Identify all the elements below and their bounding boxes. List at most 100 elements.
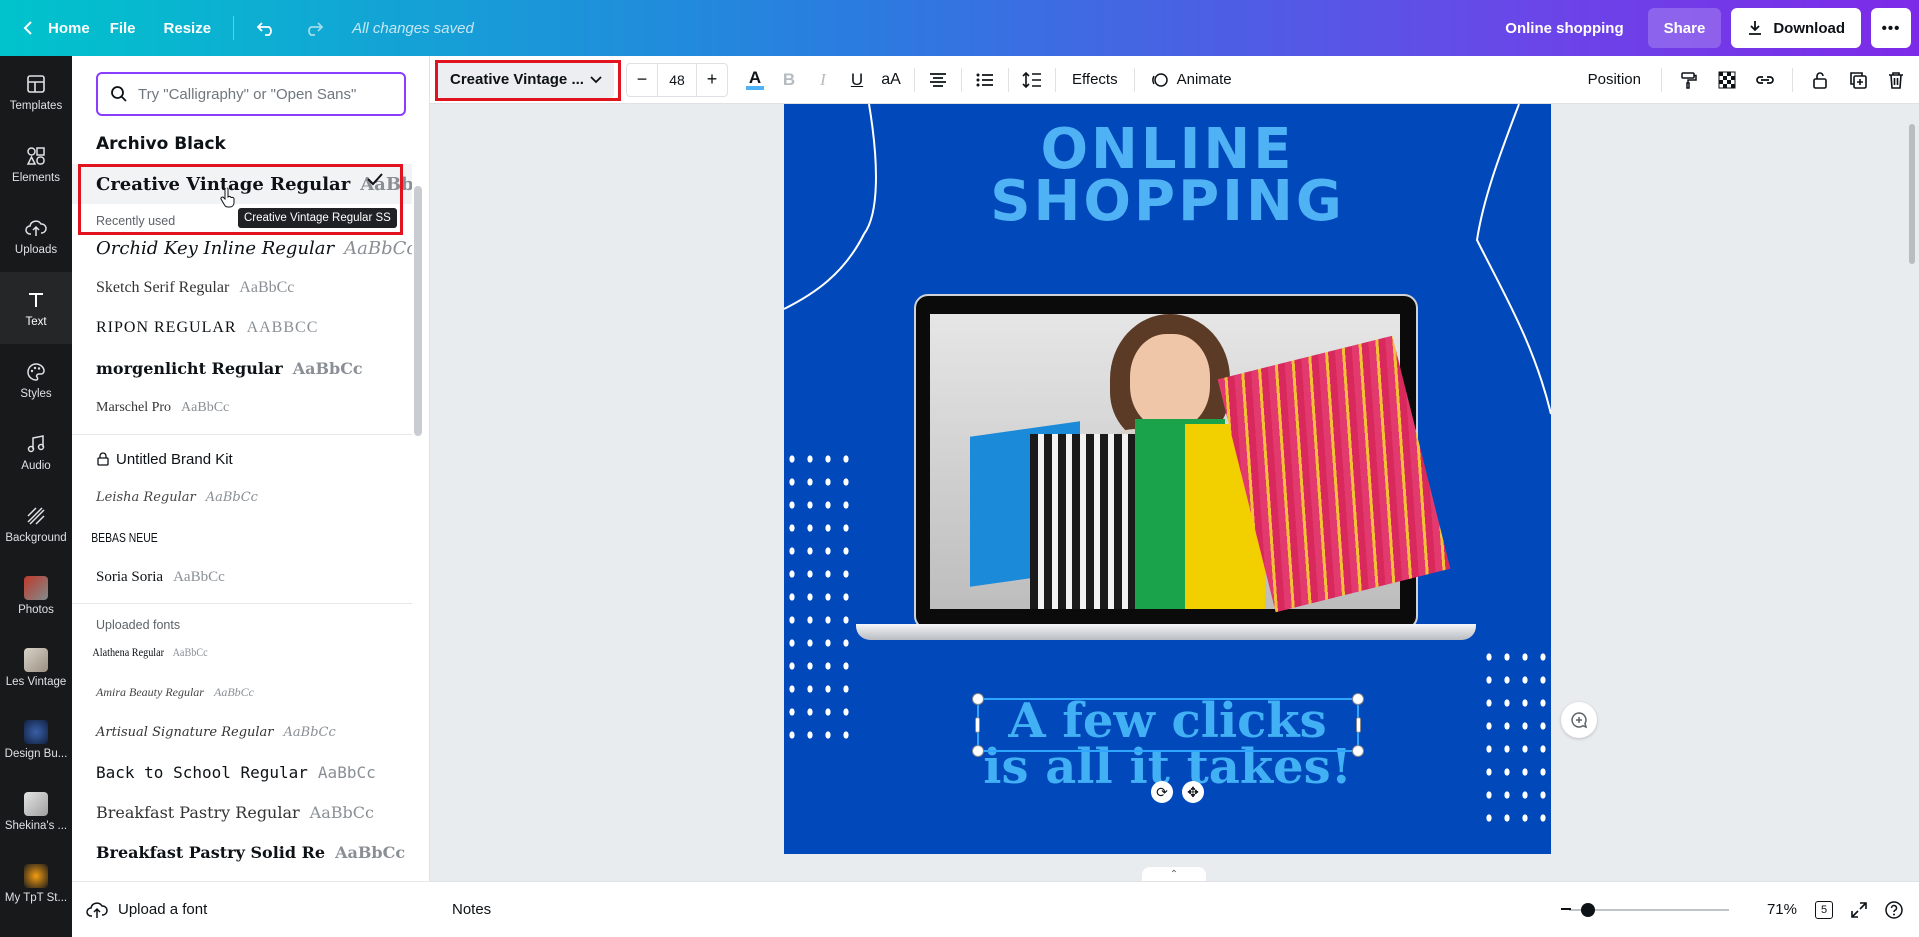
templates-icon: [24, 72, 48, 96]
rail-photos[interactable]: Photos: [0, 560, 72, 632]
decorative-dot: [843, 455, 849, 463]
divider: [1133, 67, 1135, 92]
resize-button[interactable]: Resize: [150, 8, 226, 48]
font-sample: AaBbCc: [239, 279, 295, 296]
rail-elements[interactable]: Elements: [0, 128, 72, 200]
letter-case-button[interactable]: aA: [874, 62, 908, 98]
help-icon[interactable]: [1885, 900, 1903, 919]
font-item-creative-vintage[interactable]: Creative Vintage Regular AaBbCc: [72, 164, 412, 204]
spacing-button[interactable]: [1015, 62, 1049, 98]
font-item-artisual-signature[interactable]: Artisual Signature Regular AaBbCc: [72, 712, 412, 752]
font-item-orchid-key[interactable]: Orchid Key Inline Regular AaBbCc: [72, 228, 412, 268]
expand-pages-handle[interactable]: ⌃: [1142, 867, 1206, 881]
rail-background[interactable]: Background: [0, 488, 72, 560]
resize-handle[interactable]: [972, 693, 984, 705]
home-button[interactable]: Home: [12, 8, 96, 48]
decorative-dot: [807, 662, 813, 670]
rail-les-vintage[interactable]: Les Vintage: [0, 632, 72, 704]
design-page[interactable]: ONLINE SHOPPING A few clicks is all it t…: [784, 104, 1551, 854]
font-item-marschel-pro[interactable]: Marschel Pro AaBbCc: [72, 388, 412, 428]
rail-design-bundle[interactable]: Design Bu...: [0, 704, 72, 776]
rail-audio[interactable]: Audio: [0, 416, 72, 488]
rail-shekinas[interactable]: Shekina's ...: [0, 776, 72, 848]
resize-handle[interactable]: [1352, 693, 1364, 705]
zoom-slider-knob[interactable]: [1580, 902, 1595, 917]
font-item-breakfast-pastry[interactable]: Breakfast Pastry Regular AaBbCc: [72, 792, 412, 832]
decorative-dot: [789, 616, 795, 624]
effects-button[interactable]: Effects: [1062, 62, 1128, 98]
undo-button[interactable]: [242, 8, 290, 48]
rail-text[interactable]: Text: [0, 272, 72, 344]
font-item-morgenlicht[interactable]: morgenlicht Regular AaBbCc: [72, 348, 412, 388]
font-item-bebas-neue[interactable]: BEBAS NEUE: [72, 517, 344, 557]
position-button[interactable]: Position: [1578, 62, 1651, 98]
increase-size-button[interactable]: +: [697, 64, 727, 96]
font-item-back-to-school[interactable]: Back to School Regular AaBbCc: [72, 752, 412, 792]
download-button[interactable]: Download: [1731, 8, 1861, 48]
list-button[interactable]: [968, 62, 1002, 98]
transparency-button[interactable]: [1710, 62, 1744, 98]
text-selection-box[interactable]: [972, 693, 1364, 757]
font-family-dropdown[interactable]: Creative Vintage ...: [438, 61, 614, 98]
chevron-down-icon: [590, 75, 602, 83]
upload-font-button[interactable]: Upload a font: [72, 881, 430, 937]
font-search-field[interactable]: Try "Calligraphy" or "Open Sans": [96, 72, 406, 116]
animate-button[interactable]: Animate: [1141, 62, 1242, 98]
plus-icon: +: [706, 69, 718, 89]
rail-templates[interactable]: Templates: [0, 56, 72, 128]
font-item-breakfast-pastry-solid[interactable]: Breakfast Pastry Solid Re AaBbCc: [72, 832, 412, 872]
font-item-alathena[interactable]: Alathena Regular AaBbCc: [72, 632, 361, 672]
scrollbar-thumb[interactable]: [414, 186, 422, 436]
font-name: Breakfast Pastry Regular: [96, 802, 300, 822]
underline-button[interactable]: U: [840, 62, 874, 98]
design-title[interactable]: Online shopping: [1491, 20, 1637, 37]
decrease-size-button[interactable]: −: [627, 64, 657, 96]
font-item-soria[interactable]: Soria Soria AaBbCc: [72, 557, 412, 597]
move-handle[interactable]: ✥: [1182, 781, 1204, 803]
font-item-ripon[interactable]: RIPON REGULAR AABBCC: [72, 308, 412, 348]
canvas-scrollbar[interactable]: [1905, 104, 1919, 881]
link-icon: [1756, 75, 1774, 84]
paint-roller-icon: [1681, 71, 1697, 89]
lock-button[interactable]: [1803, 62, 1837, 98]
italic-button[interactable]: I: [806, 62, 840, 98]
rail-label: Elements: [12, 172, 60, 184]
notes-button[interactable]: Notes: [430, 901, 491, 918]
resize-handle[interactable]: [1352, 745, 1364, 757]
side-handle[interactable]: [1356, 717, 1361, 733]
add-comment-button[interactable]: [1561, 702, 1597, 738]
text-color-button[interactable]: A: [738, 62, 772, 98]
side-handle[interactable]: [975, 717, 980, 733]
font-size-input[interactable]: 48: [657, 63, 697, 96]
bold-button[interactable]: B: [772, 62, 806, 98]
link-button[interactable]: [1748, 62, 1782, 98]
zoom-slider[interactable]: [1560, 902, 1729, 917]
resize-handle[interactable]: [972, 745, 984, 757]
font-item-sketch-serif[interactable]: Sketch Serif Regular AaBbCc: [72, 268, 412, 308]
scrollbar-thumb[interactable]: [1909, 124, 1915, 264]
font-item-leisha[interactable]: Leisha Regular AaBbCc: [72, 477, 412, 517]
fullscreen-icon[interactable]: [1851, 901, 1867, 918]
rail-styles[interactable]: Styles: [0, 344, 72, 416]
font-family-value: Creative Vintage ...: [450, 71, 584, 88]
file-menu[interactable]: File: [96, 8, 150, 48]
design-title-line2[interactable]: SHOPPING: [784, 174, 1551, 230]
copy-style-button[interactable]: [1672, 62, 1706, 98]
font-item-archivo-black[interactable]: Archivo Black: [72, 124, 412, 164]
panel-scrollbar[interactable]: [412, 166, 422, 936]
laptop-illustration[interactable]: [856, 294, 1476, 644]
share-button[interactable]: Share: [1647, 8, 1722, 48]
redo-button[interactable]: [290, 8, 338, 48]
minus-icon: −: [636, 69, 648, 89]
page-count-badge[interactable]: 5: [1815, 900, 1833, 919]
font-item-amira-beauty[interactable]: Amira Beauty Regular AaBbCc: [72, 672, 412, 712]
align-button[interactable]: [921, 62, 955, 98]
rail-my-tpt[interactable]: My TpT St...: [0, 848, 72, 920]
delete-button[interactable]: [1879, 62, 1913, 98]
rotate-handle[interactable]: ⟳: [1151, 781, 1173, 803]
rail-uploads[interactable]: Uploads: [0, 200, 72, 272]
zoom-level[interactable]: 71%: [1767, 901, 1797, 918]
divider: [1055, 67, 1056, 92]
duplicate-button[interactable]: [1841, 62, 1875, 98]
more-options-button[interactable]: •••: [1871, 8, 1911, 48]
